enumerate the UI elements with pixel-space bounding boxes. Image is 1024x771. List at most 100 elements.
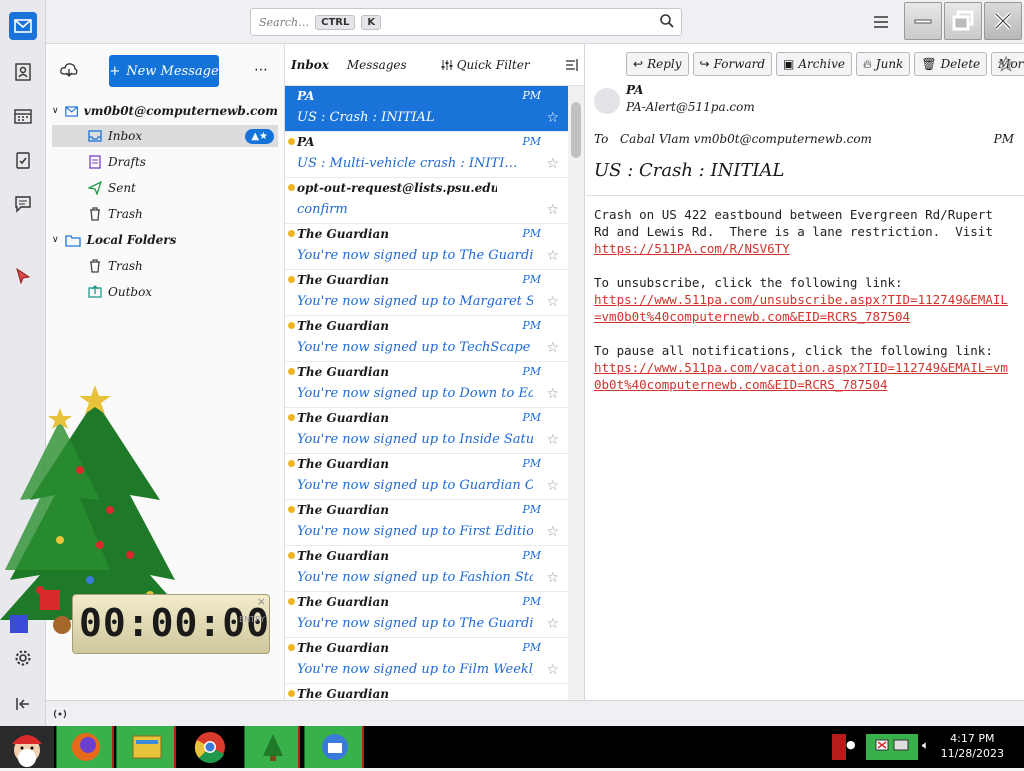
message-date: PM xyxy=(522,503,541,516)
message-row[interactable]: The Guardian PM You're now signed up to Gu… xyxy=(285,454,569,500)
message-sender: The Guardian xyxy=(297,687,389,701)
local-folder-outbox[interactable]: Outbox xyxy=(52,281,278,303)
address-book-button[interactable] xyxy=(9,58,37,86)
list-options-icon[interactable] xyxy=(565,58,579,72)
start-button[interactable] xyxy=(0,726,54,768)
star-icon[interactable]: ☆ xyxy=(546,386,559,402)
star-icon[interactable]: ☆ xyxy=(546,202,559,218)
star-icon[interactable]: ☆ xyxy=(546,432,559,448)
unread-dot-icon xyxy=(288,644,295,651)
folder-trash[interactable]: Trash xyxy=(52,203,278,225)
tasks-button[interactable] xyxy=(9,146,37,174)
from-name[interactable]: PA xyxy=(626,83,643,97)
thunderbird-icon xyxy=(322,734,348,760)
tray-clock[interactable]: 4:17 PM 11/28/2023 xyxy=(941,731,1004,761)
close-button[interactable] xyxy=(984,2,1022,40)
message-date: PM xyxy=(522,641,541,654)
to-value[interactable]: Cabal Vlam vm0b0t@computernewb.com xyxy=(620,132,872,146)
junk-button[interactable]: 🔥︎ Junk xyxy=(855,52,911,76)
new-message-button[interactable]: + New Message xyxy=(109,55,219,87)
santa-icon xyxy=(12,735,42,767)
star-icon[interactable]: ☆ xyxy=(546,662,559,678)
unread-dot-icon xyxy=(288,414,295,421)
scrollbar-thumb[interactable] xyxy=(571,102,581,158)
taskbar-thunderbird[interactable] xyxy=(304,726,364,768)
account-row[interactable]: ∨ vm0b0t@computernewb.com xyxy=(52,100,278,122)
message-date: PM xyxy=(522,549,541,562)
message-row[interactable]: The Guardian PM You're now signed up to Fi… xyxy=(285,638,569,684)
message-sender: The Guardian xyxy=(297,319,389,333)
link-vacation[interactable]: https://www.511pa.com/vacation.aspx?TID=… xyxy=(594,360,1008,392)
online-status-icon[interactable] xyxy=(52,707,68,721)
message-row[interactable]: The Guardian PM You're now signed up to In… xyxy=(285,408,569,454)
message-date: PM xyxy=(522,89,541,102)
mail-space-button[interactable] xyxy=(9,12,37,40)
message-row[interactable]: The Guardian PM You're now signed up to Th… xyxy=(285,592,569,638)
local-folders-row[interactable]: ∨ Local Folders xyxy=(52,229,278,251)
search-input[interactable]: Search… CTRL K xyxy=(250,8,682,36)
message-row[interactable]: The Guardian PM You're now signed up to Ma… xyxy=(285,270,569,316)
star-icon[interactable]: ☆ xyxy=(546,248,559,264)
message-row[interactable]: The Guardian PM You're now signed up to Fa… xyxy=(285,546,569,592)
link-511pa-report[interactable]: https://511PA.com/R/NSV6TY xyxy=(594,241,790,256)
volume-icon[interactable]: 🔈︎ xyxy=(922,738,929,753)
message-row[interactable]: The Guardian PM You're now signed up to Fi… xyxy=(285,500,569,546)
from-address[interactable]: PA-Alert@511pa.com xyxy=(626,100,755,114)
folder-drafts[interactable]: Drafts xyxy=(52,151,278,173)
archive-button[interactable]: ▣ Archive xyxy=(776,52,852,76)
unread-dot-icon xyxy=(288,322,295,329)
search-icon[interactable] xyxy=(659,13,675,29)
local-folder-trash[interactable]: Trash xyxy=(52,255,278,277)
message-row[interactable]: The Guardian PM You're now signed up to Th… xyxy=(285,224,569,270)
star-icon[interactable]: ☆ xyxy=(546,340,559,356)
collapse-spaces-button[interactable] xyxy=(9,690,37,718)
tray-network[interactable] xyxy=(866,734,918,760)
unread-dot-icon xyxy=(288,276,295,283)
quick-filter-button[interactable]: Quick Filter xyxy=(441,58,530,72)
forward-button[interactable]: ↪ Forward xyxy=(692,52,773,76)
chat-button[interactable] xyxy=(9,190,37,218)
message-row[interactable]: The Guardian PM You're now signed up to Do… xyxy=(285,362,569,408)
folder-inbox[interactable]: Inbox ▲★ xyxy=(52,125,278,147)
minimize-button[interactable] xyxy=(904,2,942,40)
unread-dot-icon xyxy=(288,184,295,191)
star-icon[interactable]: ☆ xyxy=(546,156,559,172)
star-icon[interactable]: ☆ xyxy=(546,616,559,632)
star-icon[interactable]: ☆ xyxy=(546,570,559,586)
message-row[interactable]: The Guardian PM You're now signed up to Te… xyxy=(285,316,569,362)
restore-button[interactable] xyxy=(944,2,982,40)
star-icon[interactable]: ☆ xyxy=(546,110,559,126)
tray-dot-icon: ● xyxy=(846,738,856,751)
link-unsubscribe[interactable]: https://www.511pa.com/unsubscribe.aspx?T… xyxy=(594,292,1008,324)
star-icon[interactable] xyxy=(998,56,1014,72)
star-icon[interactable]: ☆ xyxy=(546,524,559,540)
taskbar-file-explorer[interactable] xyxy=(116,726,176,768)
message-subject: You're now signed up to First Edition xyxy=(297,524,533,539)
delete-button[interactable]: 🗑︎ Delete xyxy=(914,52,988,76)
tree-app-icon xyxy=(263,734,283,761)
archive-icon: ▣ xyxy=(783,57,795,71)
taskbar-tree-app[interactable] xyxy=(244,726,300,768)
countdown-clock-widget[interactable]: 00:00:00 ENTRY × xyxy=(72,594,270,654)
message-sender: The Guardian xyxy=(297,227,389,241)
get-messages-icon[interactable] xyxy=(60,62,78,78)
message-row[interactable]: PA PM US : Multi-vehicle crash : INITI… ☆ xyxy=(285,132,569,178)
account-mail-icon xyxy=(64,105,78,117)
calendar-button[interactable] xyxy=(9,102,37,130)
message-row[interactable]: PA PM US : Crash : INITIAL ☆ xyxy=(285,86,569,132)
clock-close-icon[interactable]: × xyxy=(257,595,266,608)
app-menu-icon[interactable] xyxy=(872,13,890,31)
tray-indicator[interactable] xyxy=(832,734,846,760)
taskbar-chrome[interactable] xyxy=(180,726,240,768)
folder-pane-menu-icon[interactable]: ⋯ xyxy=(254,62,268,78)
star-icon[interactable]: ☆ xyxy=(546,294,559,310)
addon-button[interactable] xyxy=(9,262,37,290)
star-icon[interactable]: ☆ xyxy=(546,478,559,494)
trash-icon xyxy=(90,207,100,221)
taskbar-firefox[interactable] xyxy=(56,726,114,768)
reply-label: Reply xyxy=(647,57,682,71)
message-row[interactable]: opt-out-request@lists.psu.edu confirm ☆ xyxy=(285,178,569,224)
folder-sent[interactable]: Sent xyxy=(52,177,278,199)
reply-button[interactable]: ↩ Reply xyxy=(626,52,689,76)
list-scrollbar[interactable] xyxy=(568,86,584,700)
